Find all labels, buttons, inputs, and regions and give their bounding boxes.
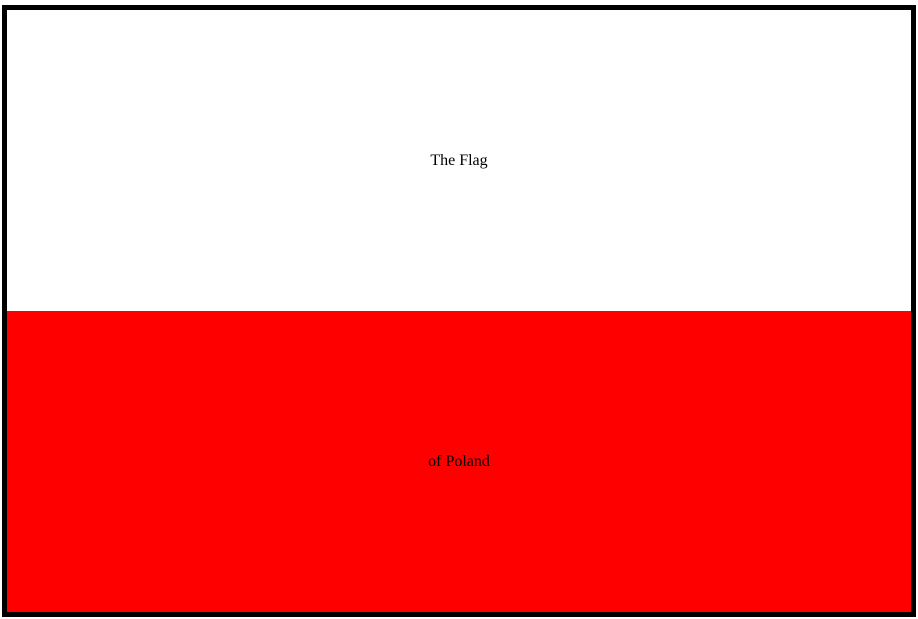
flag-top-band-white: The Flag bbox=[7, 10, 911, 311]
flag-bottom-text: of Poland bbox=[428, 452, 490, 470]
flag-bottom-band-red: of Poland bbox=[7, 311, 911, 612]
poland-flag: The Flag of Poland bbox=[2, 5, 916, 617]
flag-top-text: The Flag bbox=[430, 151, 488, 169]
